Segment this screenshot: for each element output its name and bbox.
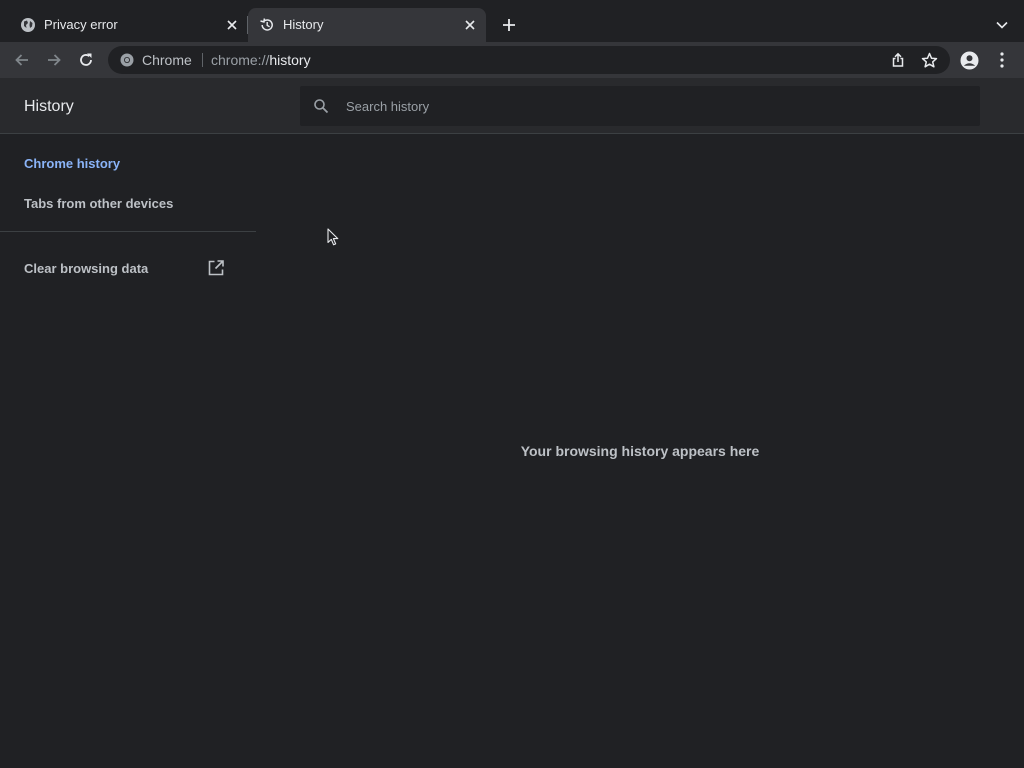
more-menu-icon[interactable] [994,51,1010,69]
toolbar: Chrome chrome://history [0,42,1024,78]
tab-title: Privacy error [44,17,118,32]
empty-history-message: Your browsing history appears here [520,443,760,459]
tab-title: History [283,17,324,32]
clear-browsing-data-label: Clear browsing data [24,261,149,276]
clear-browsing-data-link[interactable]: Clear browsing data [24,258,226,278]
search-history-box[interactable] [300,86,980,126]
url-text: chrome://history [211,52,311,68]
globe-icon [21,18,35,32]
sidebar-divider [0,231,256,232]
omnibox-divider [202,53,203,67]
profile-avatar-icon[interactable] [960,51,979,70]
sidebar-item-chrome-history[interactable]: Chrome history [24,156,120,172]
external-link-icon [208,260,224,276]
reload-icon[interactable] [77,51,95,69]
back-arrow-icon[interactable] [13,51,31,69]
url-scheme: chrome:// [211,52,270,68]
search-icon [314,99,329,114]
forward-arrow-icon[interactable] [45,51,63,69]
page-header: History [0,78,1024,134]
search-history-input[interactable] [346,86,966,126]
tab-privacy-error[interactable]: Privacy error [8,8,248,42]
tab-history[interactable]: History [248,8,486,42]
history-page: History Chrome history Tabs from other d… [0,78,1024,768]
sidebar: Chrome history Tabs from other devices C… [0,134,256,768]
address-bar[interactable]: Chrome chrome://history [108,46,950,74]
close-tab-icon[interactable] [224,17,240,33]
page-title: History [24,98,74,115]
site-chip-label: Chrome [142,52,192,68]
tab-strip: Privacy error History [0,0,1024,42]
chevron-down-icon[interactable] [994,17,1010,33]
close-tab-icon[interactable] [462,17,478,33]
sidebar-item-tabs-from-other-devices[interactable]: Tabs from other devices [24,196,173,212]
new-tab-icon[interactable] [500,16,518,34]
bookmark-star-icon[interactable] [921,52,938,69]
chrome-logo-icon [120,53,134,67]
share-icon[interactable] [890,52,906,68]
url-host: history [269,52,311,68]
history-icon [260,18,273,31]
